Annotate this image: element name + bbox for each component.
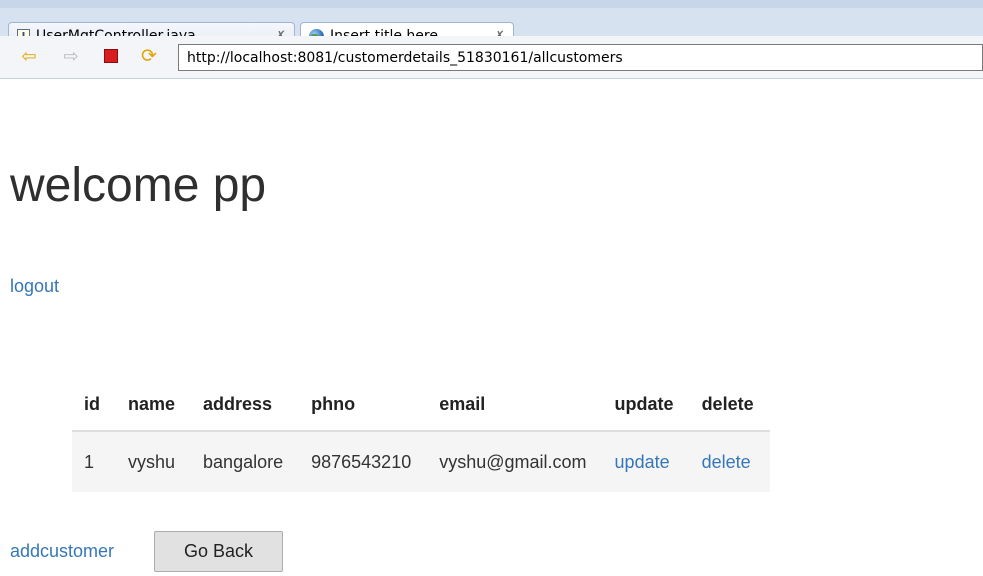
cell-email: vyshu@gmail.com xyxy=(427,431,603,492)
url-bar[interactable]: http://localhost:8081/customerdetails_51… xyxy=(178,44,983,71)
column-header-phno: phno xyxy=(299,378,428,432)
cell-update: update xyxy=(602,431,690,492)
editor-tab-bar: J UserMgtController.java ✗ Insert title … xyxy=(0,8,983,49)
stop-icon[interactable] xyxy=(100,46,122,66)
column-header-address: address xyxy=(191,378,300,432)
cell-delete: delete xyxy=(689,431,770,492)
cell-id: 1 xyxy=(72,431,116,492)
update-link[interactable]: update xyxy=(615,452,670,472)
customers-table: id name address phno email update delete… xyxy=(72,378,770,492)
cell-name: vyshu xyxy=(116,431,192,492)
column-header-id: id xyxy=(72,378,116,432)
table-row: 1 vyshu bangalore 9876543210 vyshu@gmail… xyxy=(72,431,770,492)
forward-arrow-icon[interactable]: ⇨ xyxy=(60,46,82,66)
browser-toolbar: ⇦ ⇨ ⟳ http://localhost:8081/customerdeta… xyxy=(0,36,983,79)
logout-link[interactable]: logout xyxy=(10,276,59,297)
delete-link[interactable]: delete xyxy=(702,452,751,472)
column-header-delete: delete xyxy=(689,378,770,432)
cell-address: bangalore xyxy=(191,431,300,492)
column-header-update: update xyxy=(602,378,690,432)
go-back-button[interactable]: Go Back xyxy=(154,531,283,572)
table-header-row: id name address phno email update delete xyxy=(72,378,770,432)
url-text: http://localhost:8081/customerdetails_51… xyxy=(187,49,623,66)
column-header-email: email xyxy=(427,378,603,432)
refresh-icon[interactable]: ⟳ xyxy=(138,46,160,66)
cell-phno: 9876543210 xyxy=(299,431,428,492)
page-title: welcome pp xyxy=(10,159,267,212)
back-arrow-icon[interactable]: ⇦ xyxy=(18,46,40,66)
addcustomer-link[interactable]: addcustomer xyxy=(10,541,114,562)
window-top-strip xyxy=(0,0,983,8)
column-header-name: name xyxy=(116,378,192,432)
